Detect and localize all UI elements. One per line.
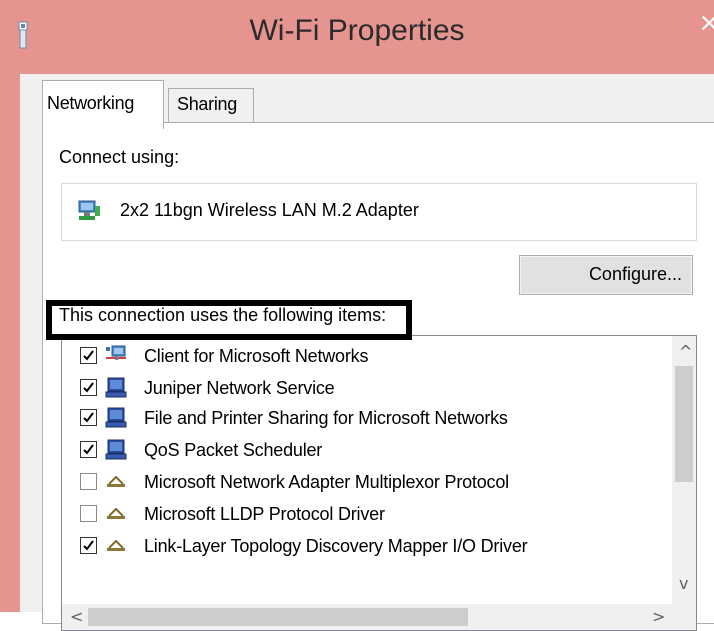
list-item[interactable]: Microsoft LLDP Protocol Driver <box>62 498 672 530</box>
configure-button-label: Configure... <box>588 264 682 284</box>
items-list[interactable]: Client for Microsoft Networks Juniper Ne… <box>61 335 697 631</box>
item-checkbox[interactable] <box>80 441 97 458</box>
scroll-left-icon[interactable]: < <box>70 607 83 626</box>
protocol-icon <box>107 539 125 551</box>
window-frame <box>0 74 20 612</box>
tab-label: Sharing <box>177 94 237 114</box>
item-checkbox[interactable] <box>80 347 97 364</box>
adapter-field: 2x2 11bgn Wireless LAN M.2 Adapter <box>61 183 697 241</box>
tab-networking[interactable]: Networking <box>42 80 164 129</box>
protocol-icon <box>107 507 125 519</box>
scroll-down-icon[interactable]: v <box>679 574 688 593</box>
list-item[interactable]: Client for Microsoft Networks <box>62 340 672 372</box>
list-item[interactable]: Juniper Network Service <box>62 372 672 404</box>
horizontal-scrollbar[interactable]: < > <box>62 604 696 630</box>
scroll-up-icon[interactable]: ^ <box>679 342 692 361</box>
window-title: Wi-Fi Properties <box>249 14 465 47</box>
item-label: QoS Packet Scheduler <box>144 440 323 460</box>
service-computer-icon <box>105 439 127 460</box>
tab-label: Networking <box>47 93 135 113</box>
network-adapter-icon <box>78 200 100 220</box>
item-checkbox[interactable] <box>80 505 97 522</box>
item-label: Juniper Network Service <box>144 378 335 398</box>
vertical-scroll-thumb[interactable] <box>675 366 693 482</box>
protocol-icon <box>107 475 125 487</box>
list-item[interactable]: Microsoft Network Adapter Multiplexor Pr… <box>62 466 672 498</box>
item-label: Client for Microsoft Networks <box>144 346 369 366</box>
item-label: File and Printer Sharing for Microsoft N… <box>144 408 508 428</box>
scroll-right-icon[interactable]: > <box>652 607 665 626</box>
item-checkbox[interactable] <box>80 537 97 554</box>
connect-using-label: Connect using: <box>59 147 180 167</box>
client-network-icon <box>106 345 126 360</box>
tab-sharing[interactable]: Sharing <box>168 88 254 123</box>
item-label: Microsoft Network Adapter Multiplexor Pr… <box>144 472 509 492</box>
vertical-scrollbar[interactable]: ^ v <box>672 336 696 604</box>
list-item[interactable]: File and Printer Sharing for Microsoft N… <box>62 402 672 434</box>
item-checkbox[interactable] <box>80 473 97 490</box>
title-bar: Wi-Fi Properties × <box>0 0 714 74</box>
adapter-name: 2x2 11bgn Wireless LAN M.2 Adapter <box>120 200 419 220</box>
service-computer-icon <box>105 407 127 428</box>
horizontal-scroll-thumb[interactable] <box>88 608 468 626</box>
dialog-body: Sharing Networking Connect using: 2x2 11… <box>20 74 714 631</box>
items-label: This connection uses the following items… <box>59 305 387 325</box>
item-checkbox[interactable] <box>80 379 97 396</box>
item-label: Microsoft LLDP Protocol Driver <box>144 504 385 524</box>
list-item[interactable]: Link-Layer Topology Discovery Mapper I/O… <box>62 530 672 562</box>
tab-panel-networking: Connect using: 2x2 11bgn Wireless LAN M.… <box>42 122 714 631</box>
item-label: Link-Layer Topology Discovery Mapper I/O… <box>144 536 528 556</box>
configure-button[interactable]: Configure... <box>519 255 693 295</box>
list-item[interactable]: QoS Packet Scheduler <box>62 434 672 466</box>
close-icon[interactable]: × <box>698 8 714 38</box>
item-checkbox[interactable] <box>80 409 97 426</box>
service-computer-icon <box>105 377 127 398</box>
